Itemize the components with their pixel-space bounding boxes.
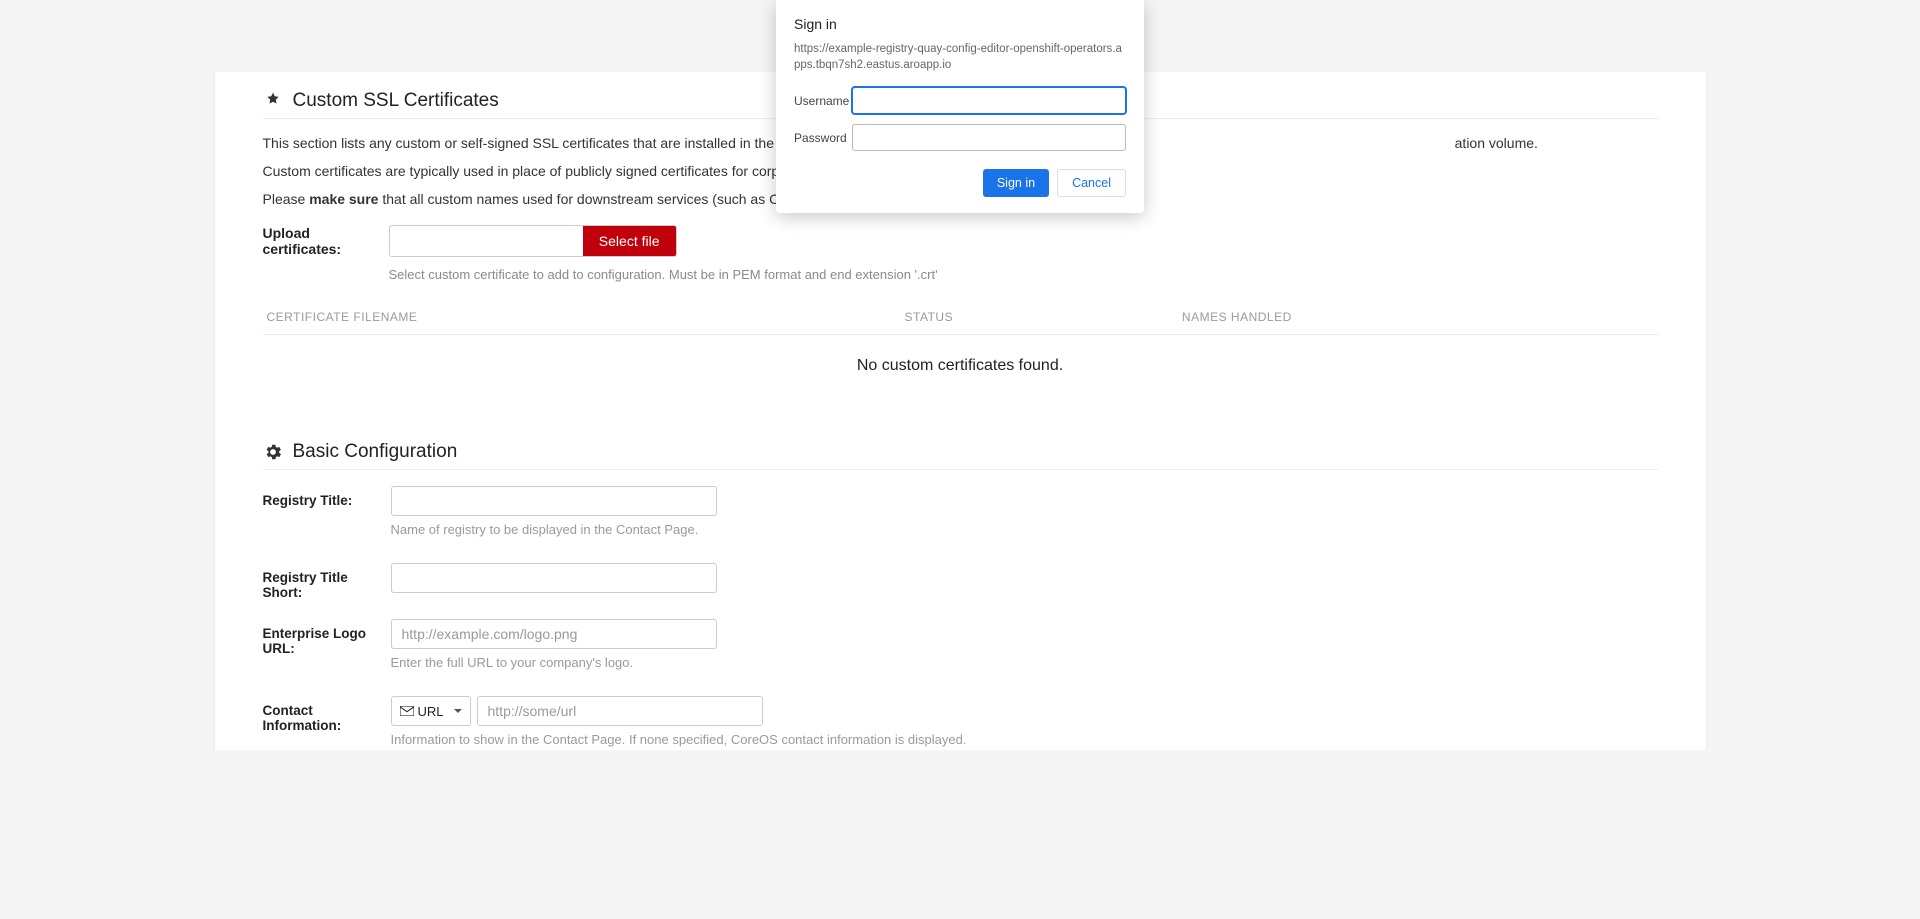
auth-username-row: Username: [794, 87, 1126, 114]
row-registry-title: Registry Title: Name of registry to be d…: [263, 486, 1658, 555]
auth-password-input[interactable]: [852, 124, 1126, 151]
row-contact-info: Contact Information: URL: [263, 696, 1658, 750]
row-logo-url: Enterprise Logo URL: Enter the full URL …: [263, 619, 1658, 688]
label-logo-url: Enterprise Logo URL:: [263, 619, 391, 656]
hint-logo-url: Enter the full URL to your company's log…: [391, 655, 1658, 670]
auth-password-label: Password: [794, 131, 852, 145]
input-logo-url[interactable]: [391, 619, 717, 649]
chevron-down-icon: [454, 709, 462, 713]
auth-title: Sign in: [794, 16, 1126, 32]
ssl-heading: Custom SSL Certificates: [293, 90, 499, 112]
row-registry-title-short: Registry Title Short:: [263, 563, 1658, 611]
basic-heading: Basic Configuration: [293, 441, 458, 463]
select-file-button[interactable]: Select file: [583, 226, 676, 256]
col-status: STATUS: [905, 310, 1182, 324]
label-registry-title-short: Registry Title Short:: [263, 563, 391, 600]
col-certificate-filename: CERTIFICATE FILENAME: [267, 310, 905, 324]
auth-dialog: Sign in https://example-registry-quay-co…: [776, 0, 1144, 213]
auth-password-row: Password: [794, 124, 1126, 151]
label-contact-info: Contact Information:: [263, 696, 391, 733]
certificate-icon: [263, 91, 283, 111]
input-registry-title-short[interactable]: [391, 563, 717, 593]
auth-origin: https://example-registry-quay-config-edi…: [794, 42, 1126, 73]
mail-icon: [400, 704, 414, 719]
ssl-p1-b: ation volume.: [1455, 135, 1538, 151]
auth-actions: Sign in Cancel: [794, 169, 1126, 197]
upload-file-picker[interactable]: Select file: [389, 225, 677, 257]
input-registry-title[interactable]: [391, 486, 717, 516]
auth-signin-button[interactable]: Sign in: [983, 169, 1049, 197]
ssl-p3-a: Please: [263, 191, 310, 207]
upload-label: Upload certificates:: [263, 225, 373, 257]
contact-type-dropdown[interactable]: URL: [391, 696, 471, 726]
ssl-p3-strong: make sure: [309, 191, 378, 207]
auth-username-label: Username: [794, 94, 852, 108]
certificates-table: CERTIFICATE FILENAME STATUS NAMES HANDLE…: [263, 300, 1658, 417]
auth-cancel-button[interactable]: Cancel: [1057, 169, 1126, 197]
input-contact-url[interactable]: [477, 696, 763, 726]
basic-section-header: Basic Configuration: [263, 441, 1658, 470]
col-names-handled: NAMES HANDLED: [1182, 310, 1654, 324]
upload-hint: Select custom certificate to add to conf…: [389, 267, 1658, 282]
auth-username-input[interactable]: [852, 87, 1126, 114]
hint-registry-title: Name of registry to be displayed in the …: [391, 522, 1658, 537]
label-registry-title: Registry Title:: [263, 486, 391, 508]
upload-certificates-row: Upload certificates: Select file: [263, 225, 1658, 257]
gears-icon: [263, 442, 283, 462]
certificates-empty: No custom certificates found.: [263, 335, 1658, 417]
certificates-table-head: CERTIFICATE FILENAME STATUS NAMES HANDLE…: [263, 300, 1658, 335]
contact-type-label: URL: [418, 704, 444, 719]
upload-file-name: [390, 226, 583, 256]
hint-contact-info: Information to show in the Contact Page.…: [391, 732, 1658, 747]
